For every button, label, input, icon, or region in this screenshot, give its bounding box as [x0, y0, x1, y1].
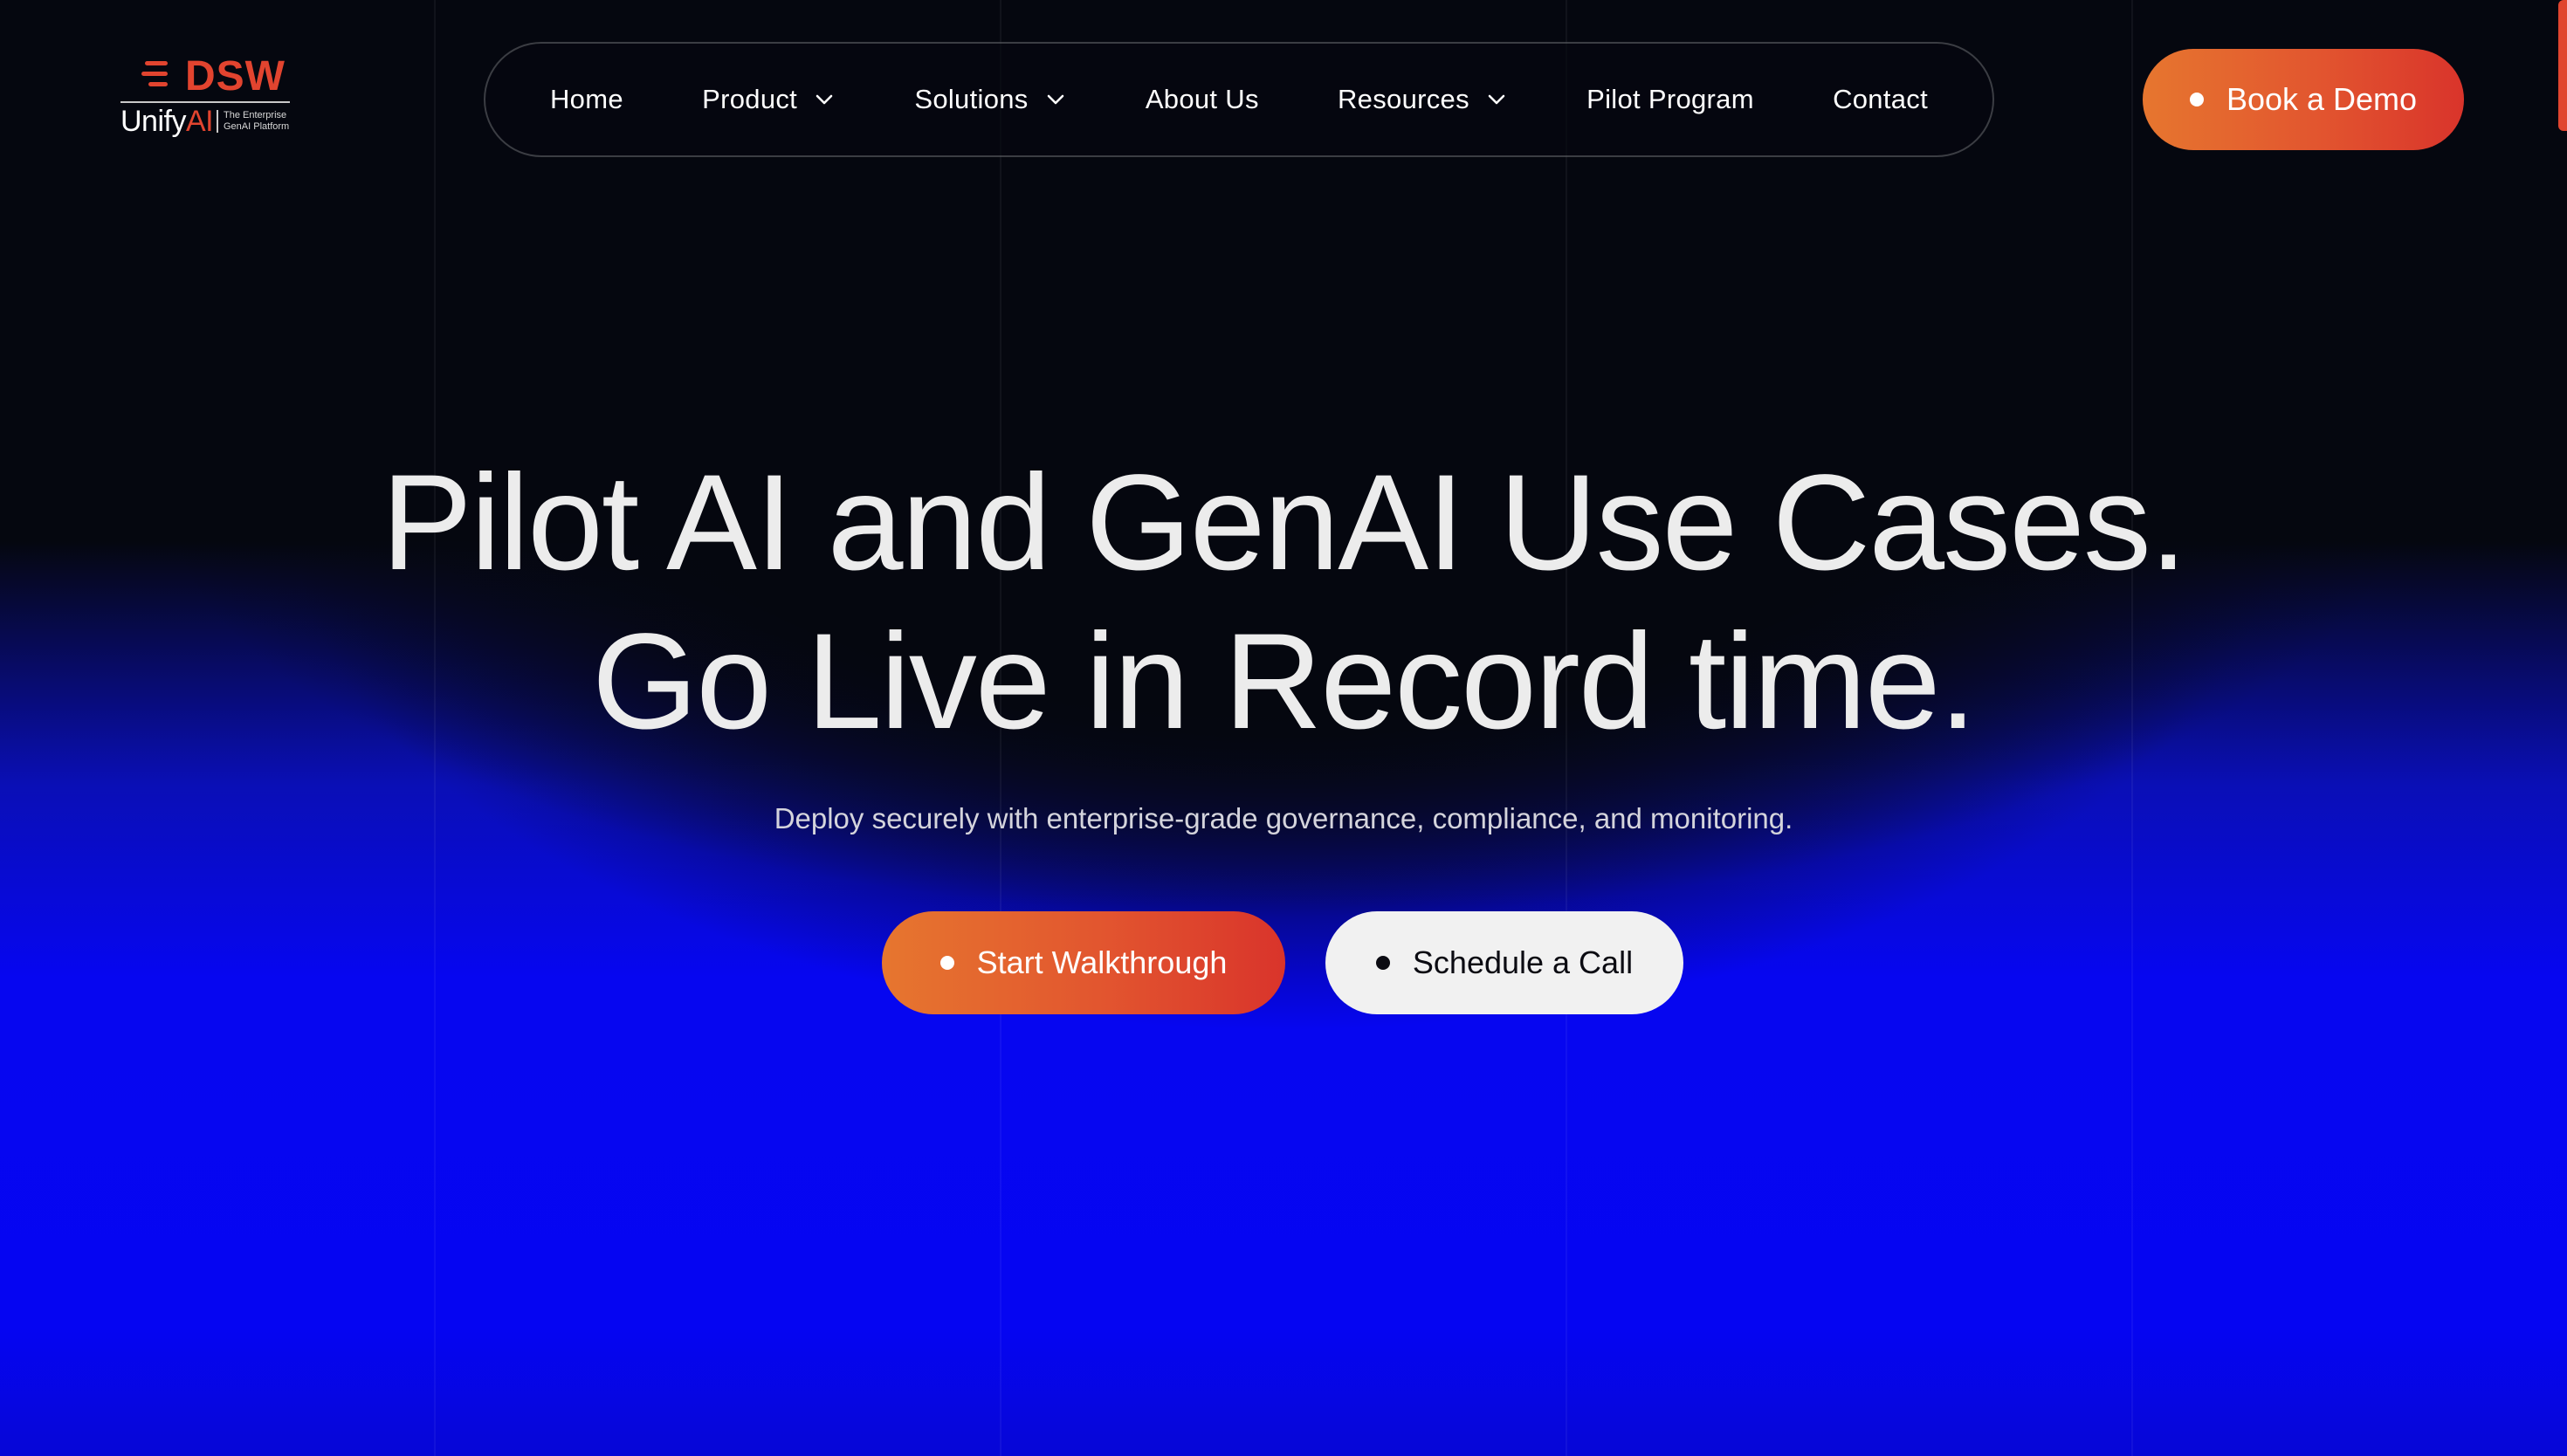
- start-walkthrough-button[interactable]: Start Walkthrough: [882, 911, 1285, 1014]
- scrollbar-thumb[interactable]: [2558, 0, 2567, 131]
- hero-title-line-1: Pilot AI and GenAI Use Cases.: [381, 447, 2187, 599]
- hero-subtitle: Deploy securely with enterprise-grade go…: [774, 802, 1793, 834]
- hero-title-line-2: Go Live in Record time.: [591, 606, 1977, 758]
- logo-divider: [120, 101, 290, 103]
- chevron-down-icon: [1488, 94, 1505, 105]
- brand-logo[interactable]: DSW UnifyAI The Enterprise GenAI Platfor…: [120, 54, 295, 141]
- nav-item-pilot-program[interactable]: Pilot Program: [1586, 84, 1754, 115]
- schedule-call-button[interactable]: Schedule a Call: [1325, 911, 1683, 1014]
- nav-item-label: Solutions: [914, 84, 1029, 114]
- schedule-call-label: Schedule a Call: [1412, 944, 1634, 980]
- nav-item-home[interactable]: Home: [550, 84, 623, 115]
- bullet-dot-icon: [939, 956, 954, 970]
- chevron-down-icon: [816, 94, 833, 105]
- book-demo-button[interactable]: Book a Demo: [2143, 49, 2464, 150]
- main-nav: Home Product Solutions About Us Resource…: [484, 42, 1994, 157]
- brand-tagline: The Enterprise GenAI Platform: [217, 110, 302, 133]
- nav-item-resources[interactable]: Resources: [1338, 84, 1508, 115]
- nav-item-solutions[interactable]: Solutions: [914, 84, 1066, 115]
- nav-item-label: Contact: [1833, 84, 1928, 114]
- product-name-prefix: Unify: [120, 105, 186, 138]
- nav-item-label: About Us: [1145, 84, 1259, 114]
- nav-item-label: Product: [702, 84, 798, 114]
- bullet-dot-icon: [1375, 956, 1390, 970]
- nav-item-contact[interactable]: Contact: [1833, 84, 1928, 115]
- nav-item-label: Pilot Program: [1586, 84, 1754, 114]
- landing-page: DSW UnifyAI The Enterprise GenAI Platfor…: [0, 0, 2567, 1456]
- product-name-suffix: AI: [185, 105, 214, 138]
- start-walkthrough-label: Start Walkthrough: [976, 944, 1228, 980]
- chevron-down-icon: [1047, 94, 1063, 105]
- product-name: UnifyAI: [120, 105, 214, 138]
- bullet-dot-icon: [2189, 93, 2204, 106]
- hero-title: Pilot AI and GenAI Use Cases. Go Live in…: [262, 443, 2305, 761]
- logo-mark-text: DSW: [185, 53, 286, 100]
- nav-item-product[interactable]: Product: [702, 84, 836, 115]
- nav-item-label: Resources: [1338, 84, 1469, 114]
- book-demo-label: Book a Demo: [2226, 81, 2418, 117]
- nav-item-label: Home: [550, 84, 623, 114]
- nav-item-about-us[interactable]: About Us: [1146, 84, 1259, 115]
